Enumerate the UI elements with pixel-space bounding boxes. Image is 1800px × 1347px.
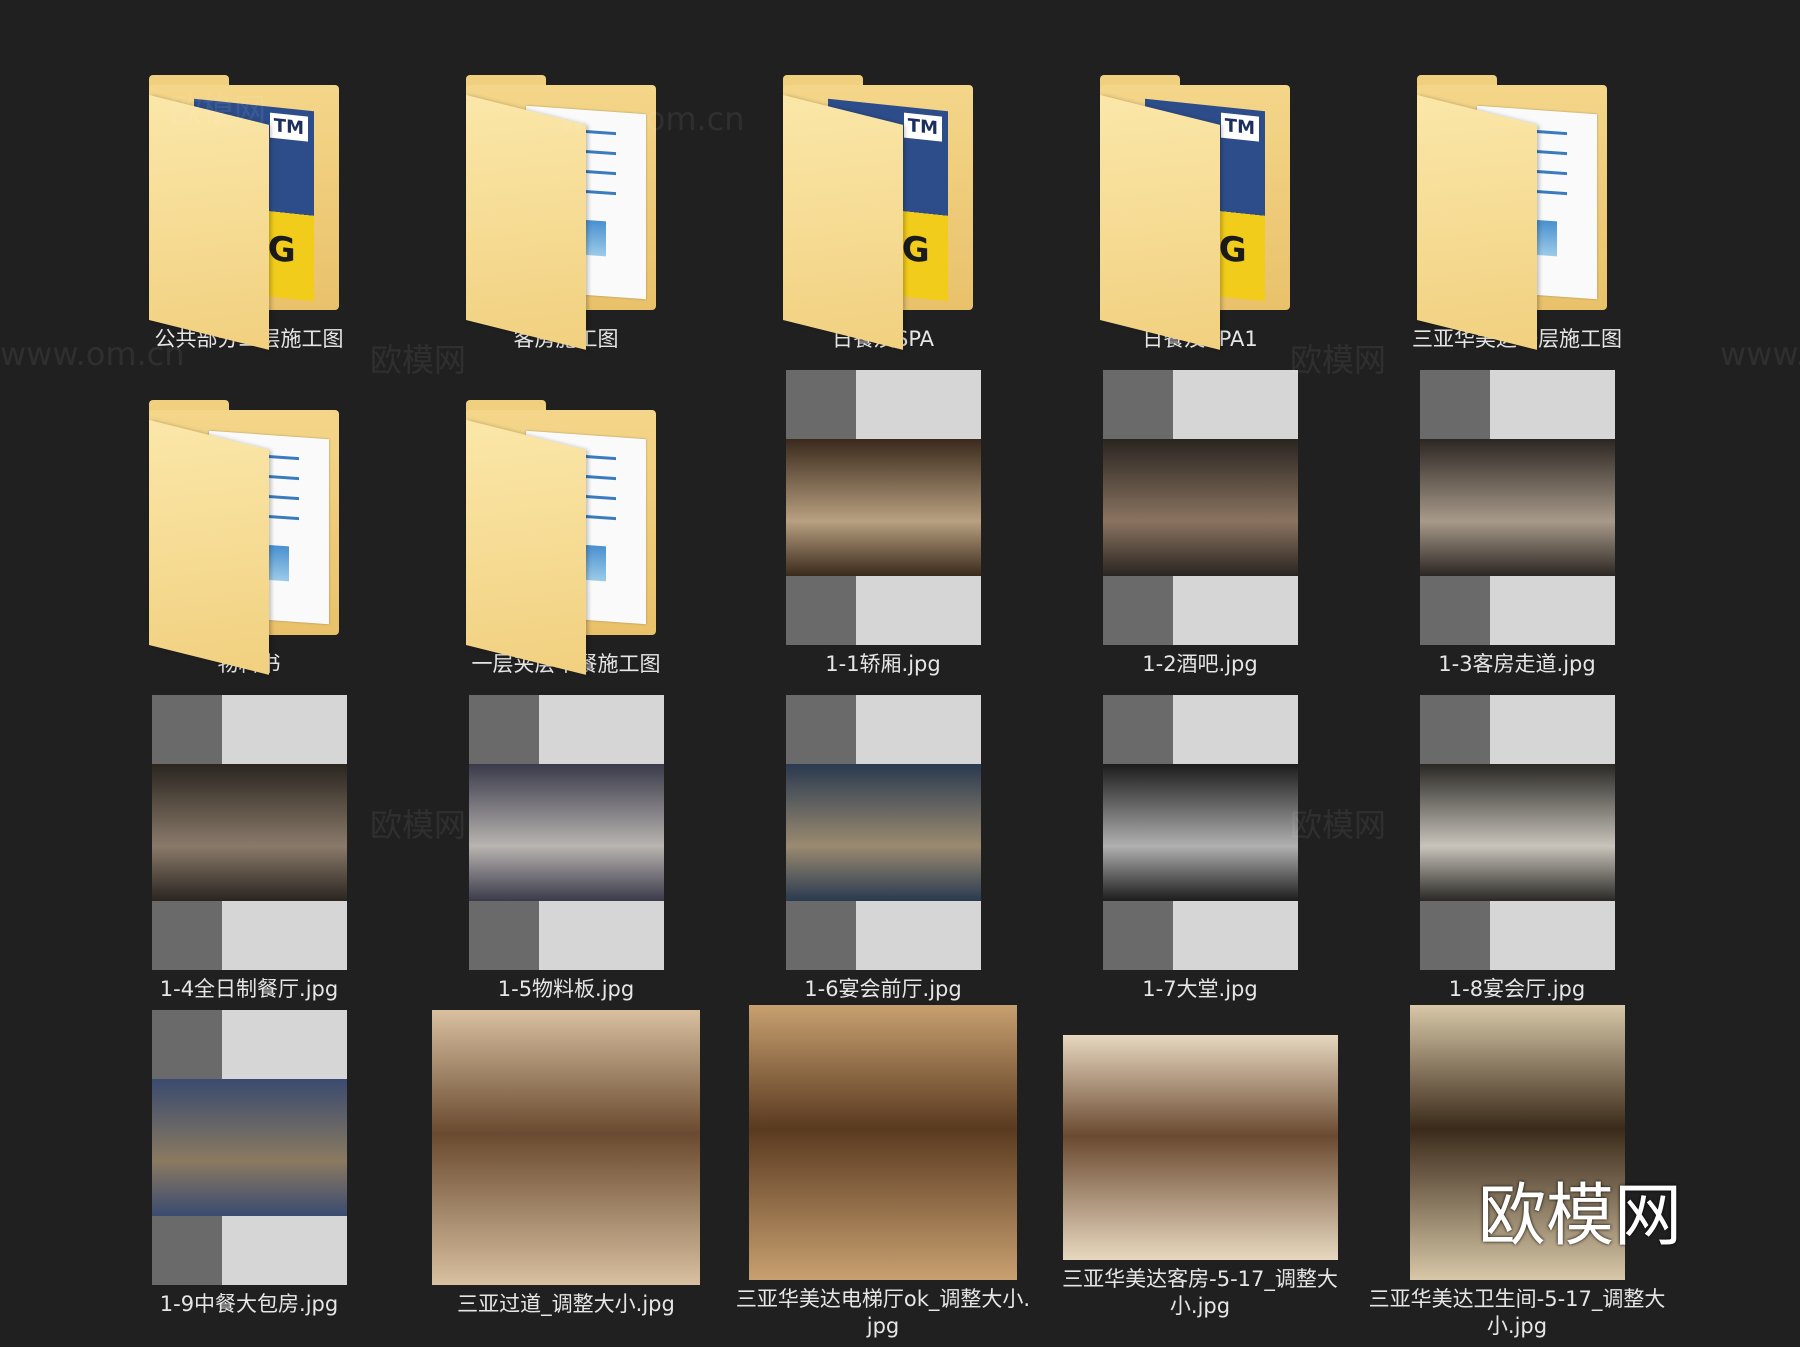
file-item[interactable]: 1-1轿厢.jpg (733, 365, 1033, 680)
image-thumbnail (733, 1005, 1033, 1280)
file-item[interactable]: 三亚华美达客房-5-17_调整大小.jpg (1050, 1005, 1350, 1320)
item-label: 1-6宴会前厅.jpg (804, 977, 962, 1001)
file-item[interactable]: 1-3客房走道.jpg (1367, 365, 1667, 680)
item-label: 1-9中餐大包房.jpg (159, 1292, 339, 1316)
file-item[interactable]: 1-9中餐大包房.jpg (99, 1005, 399, 1320)
item-label: 1-1轿厢.jpg (825, 652, 941, 676)
folder-icon: TMDWG (733, 40, 1033, 350)
image-thumbnail (733, 690, 1033, 970)
image-thumbnail (1367, 365, 1667, 645)
file-item[interactable]: 三亚华美达电梯厅ok_调整大小.jpg (733, 1005, 1033, 1338)
item-label: 1-8宴会厅.jpg (1448, 977, 1586, 1001)
image-thumbnail (1367, 690, 1667, 970)
file-grid: TMDWG公共部分二层施工图客房施工图TMDWG日餐及SPATMDWG日餐及SP… (0, 0, 1800, 1347)
folder-item[interactable]: 三亚华美达一层施工图 (1367, 40, 1667, 355)
item-label: 1-2酒吧.jpg (1142, 652, 1258, 676)
image-thumbnail (416, 1005, 716, 1285)
folder-icon (416, 40, 716, 350)
item-label: 1-3客房走道.jpg (1438, 652, 1596, 676)
file-item[interactable]: 1-2酒吧.jpg (1050, 365, 1350, 680)
item-label: 三亚华美达客房-5-17_调整大小.jpg (1062, 1267, 1338, 1318)
folder-item[interactable]: TMDWG公共部分二层施工图 (99, 40, 399, 355)
image-thumbnail (1050, 365, 1350, 645)
folder-icon: TMDWG (99, 40, 399, 350)
watermark: www.om.cn (1720, 335, 1800, 373)
folder-icon (416, 365, 716, 675)
folder-item[interactable]: 客房施工图 (416, 40, 716, 355)
folder-item[interactable]: TMDWG日餐及SPA (733, 40, 1033, 355)
item-label: 三亚华美达卫生间-5-17_调整大小.jpg (1368, 1287, 1666, 1338)
file-item[interactable]: 1-8宴会厅.jpg (1367, 690, 1667, 1005)
folder-item[interactable]: 一层夹层中餐施工图 (416, 365, 716, 680)
folder-icon: TMDWG (1050, 40, 1350, 350)
item-label: 三亚过道_调整大小.jpg (457, 1292, 675, 1316)
file-item[interactable]: 1-5物料板.jpg (416, 690, 716, 1005)
folder-item[interactable]: TMDWG日餐及SPA1 (1050, 40, 1350, 355)
folder-item[interactable]: 物料书 (99, 365, 399, 680)
item-label: 1-5物料板.jpg (497, 977, 635, 1001)
file-item[interactable]: 1-7大堂.jpg (1050, 690, 1350, 1005)
file-item[interactable]: 1-4全日制餐厅.jpg (99, 690, 399, 1005)
image-thumbnail (1050, 690, 1350, 970)
file-item[interactable]: 三亚过道_调整大小.jpg (416, 1005, 716, 1320)
folder-icon (1367, 40, 1667, 350)
image-thumbnail (733, 365, 1033, 645)
item-label: 三亚华美达电梯厅ok_调整大小.jpg (735, 1287, 1031, 1338)
image-thumbnail (99, 690, 399, 970)
image-thumbnail (99, 1005, 399, 1285)
file-item[interactable]: 1-6宴会前厅.jpg (733, 690, 1033, 1005)
brand-logo: 欧模网 (1478, 1177, 1683, 1256)
image-thumbnail (416, 690, 716, 970)
item-label: 1-4全日制餐厅.jpg (159, 977, 339, 1001)
item-label: 1-7大堂.jpg (1142, 977, 1258, 1001)
folder-icon (99, 365, 399, 675)
image-thumbnail (1050, 1005, 1350, 1260)
